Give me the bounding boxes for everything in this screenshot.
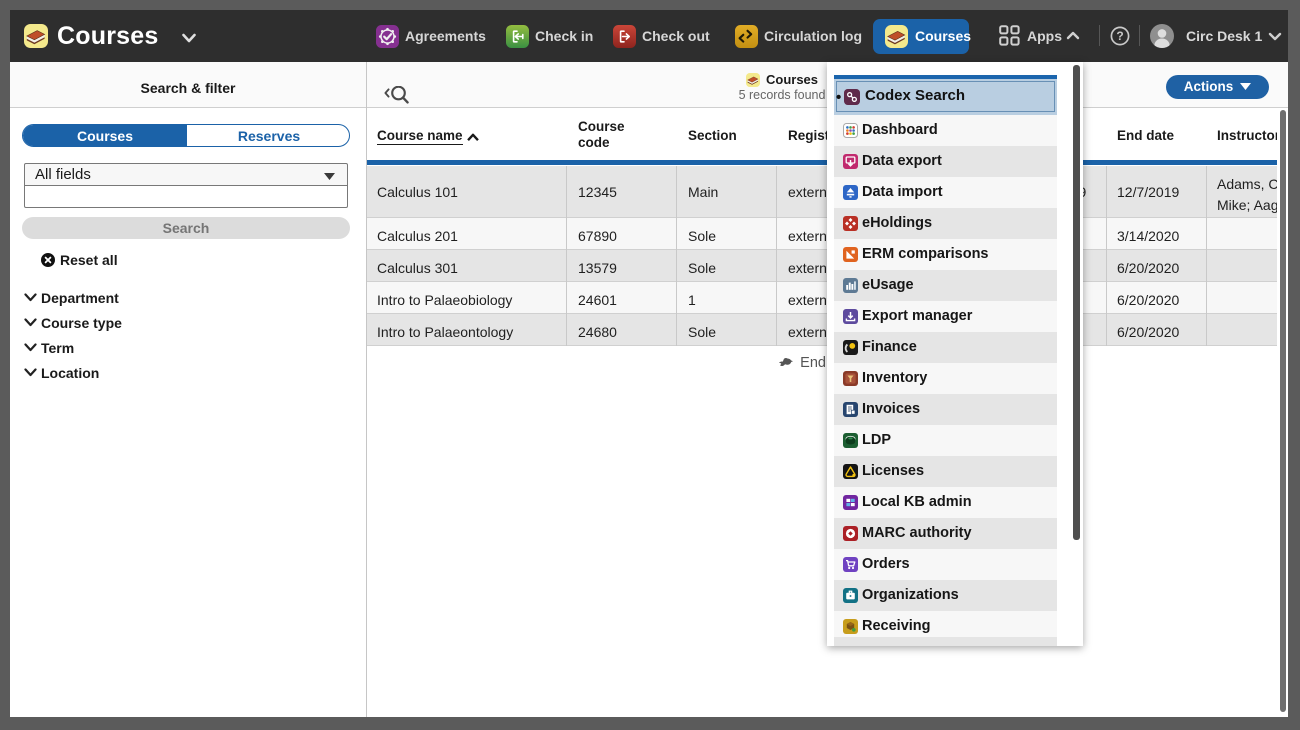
svg-text:?: ? bbox=[1116, 29, 1123, 43]
